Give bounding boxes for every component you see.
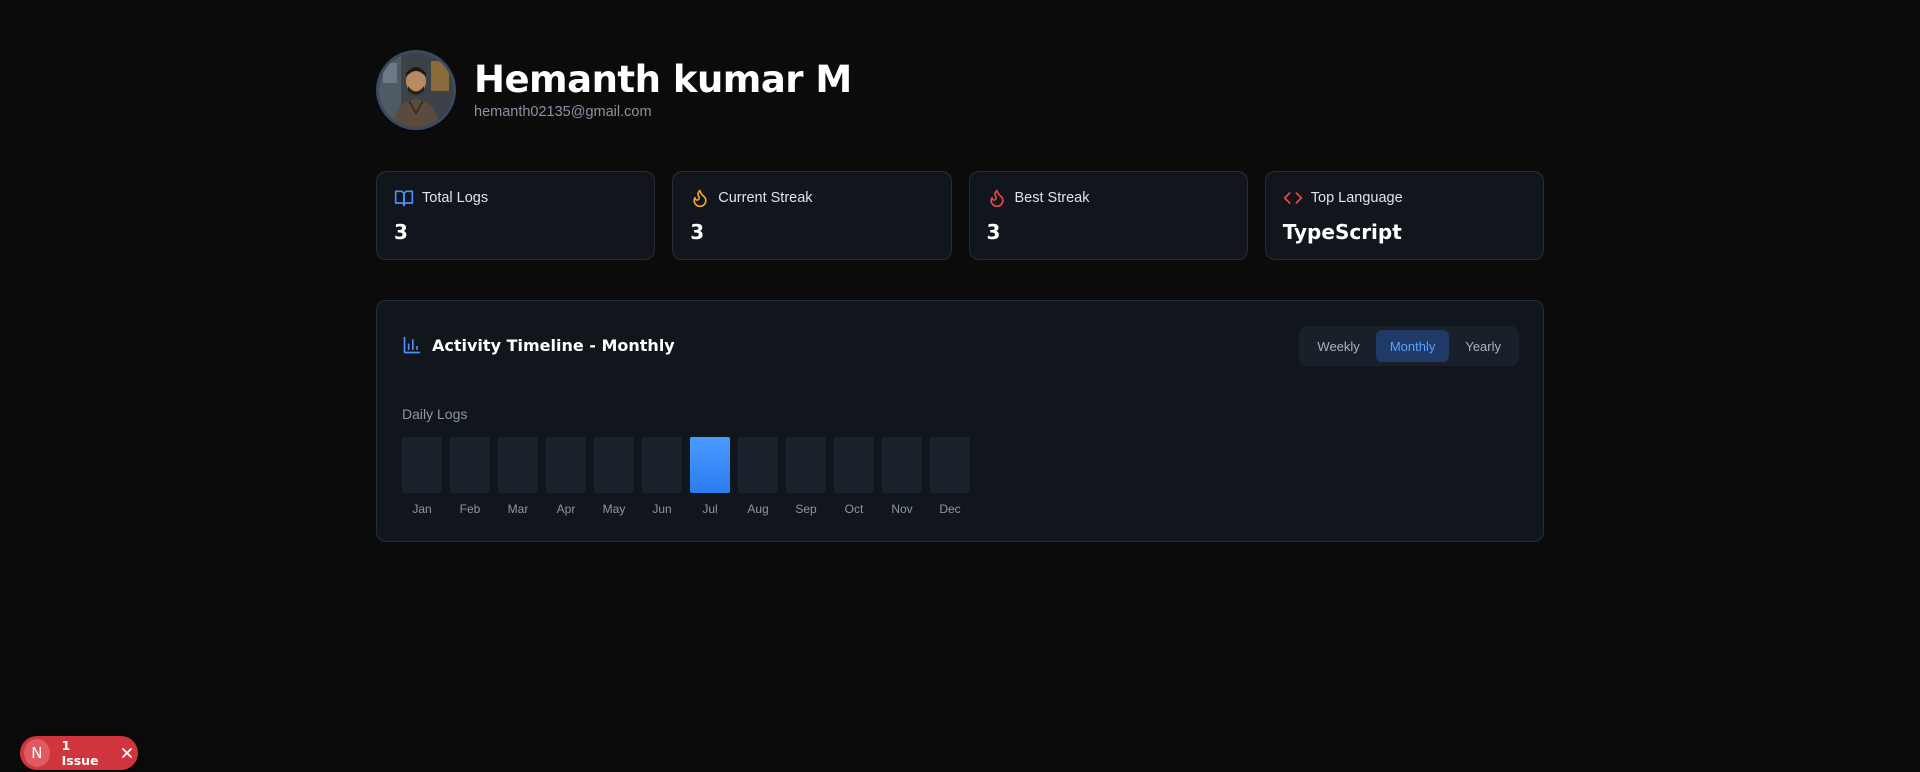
stat-value: TypeScript xyxy=(1282,220,1402,244)
bar-column: Oct xyxy=(834,437,874,516)
bar-jan[interactable] xyxy=(402,437,442,493)
bar-column: Mar xyxy=(498,437,538,516)
chart-label: Daily Logs xyxy=(402,406,468,422)
stat-value: 3 xyxy=(986,220,1001,244)
activity-timeline-card: Activity Timeline - Monthly Weekly Month… xyxy=(376,300,1544,542)
bar-column: Nov xyxy=(882,437,922,516)
monthly-bar-chart: Jan Feb Mar Apr May Jun Jul Aug Sep Oct Nov Dec xyxy=(402,437,970,516)
bar-column: Jan xyxy=(402,437,442,516)
avatar xyxy=(376,50,456,130)
bar-column: Feb xyxy=(450,437,490,516)
bar-jun[interactable] xyxy=(642,437,682,493)
tick-label: Apr xyxy=(556,502,576,516)
stat-card-current-streak: Current Streak 3 xyxy=(672,171,952,260)
profile-email: hemanth02135@gmail.com xyxy=(474,104,652,120)
bar-column: Apr xyxy=(546,437,586,516)
tick-label: Nov xyxy=(891,502,913,516)
stats-row: Total Logs 3 Current Streak 3 Best Strea… xyxy=(376,171,1544,260)
tick-label: Dec xyxy=(939,502,961,516)
book-open-icon xyxy=(394,188,414,208)
bar-mar[interactable] xyxy=(498,437,538,493)
bar-sep[interactable] xyxy=(786,437,826,493)
bar-may[interactable] xyxy=(594,437,634,493)
tick-label: Jun xyxy=(652,502,672,516)
bar-apr[interactable] xyxy=(546,437,586,493)
bar-dec[interactable] xyxy=(930,437,970,493)
tick-label: Oct xyxy=(844,502,864,516)
profile-name: Hemanth kumar M xyxy=(474,58,852,101)
tick-label: Jan xyxy=(412,502,432,516)
period-toggle: Weekly Monthly Yearly xyxy=(1299,326,1519,366)
bar-column: May xyxy=(594,437,634,516)
bar-jul[interactable] xyxy=(690,437,730,493)
tick-label: May xyxy=(602,502,626,516)
timeline-title-text: Activity Timeline - Monthly xyxy=(432,335,675,355)
profile-text: Hemanth kumar M hemanth02135@gmail.com xyxy=(474,58,852,121)
stat-value: 3 xyxy=(394,220,408,244)
nextjs-logo[interactable]: N xyxy=(24,739,50,767)
tick-label: Sep xyxy=(795,502,817,516)
bar-chart-icon xyxy=(402,335,422,355)
tab-weekly[interactable]: Weekly xyxy=(1303,330,1373,362)
stat-label: Current Streak xyxy=(718,190,813,206)
tab-yearly[interactable]: Yearly xyxy=(1451,330,1515,362)
flame-icon xyxy=(690,188,710,208)
stat-value: 3 xyxy=(690,220,705,244)
tick-label: Feb xyxy=(459,502,481,516)
close-icon[interactable] xyxy=(119,745,134,761)
bar-column: Jun xyxy=(642,437,682,516)
stat-card-total-logs: Total Logs 3 xyxy=(376,171,656,260)
flame-icon xyxy=(987,188,1007,208)
stat-card-best-streak: Best Streak 3 xyxy=(968,171,1248,260)
profile-header: Hemanth kumar M hemanth02135@gmail.com xyxy=(376,50,852,130)
tick-label: Aug xyxy=(747,502,769,516)
stat-card-top-language: Top Language TypeScript xyxy=(1264,171,1544,260)
bar-column: Dec xyxy=(930,437,970,516)
bar-aug[interactable] xyxy=(738,437,778,493)
issue-count[interactable]: 1 Issue xyxy=(62,738,108,768)
stat-label: Top Language xyxy=(1310,190,1403,206)
bar-feb[interactable] xyxy=(450,437,490,493)
bar-column: Sep xyxy=(786,437,826,516)
tab-monthly[interactable]: Monthly xyxy=(1375,330,1450,362)
stat-label: Total Logs xyxy=(422,190,489,206)
bar-column: Jul xyxy=(690,437,730,516)
code-icon xyxy=(1283,188,1303,208)
tick-label: Mar xyxy=(507,502,529,516)
bar-column: Aug xyxy=(738,437,778,516)
bar-nov[interactable] xyxy=(882,437,922,493)
bar-oct[interactable] xyxy=(834,437,874,493)
tick-label: Jul xyxy=(702,502,718,516)
timeline-title: Activity Timeline - Monthly xyxy=(402,335,675,355)
stat-label: Best Streak xyxy=(1014,190,1090,206)
issue-badge[interactable]: N 1 Issue xyxy=(20,736,138,770)
